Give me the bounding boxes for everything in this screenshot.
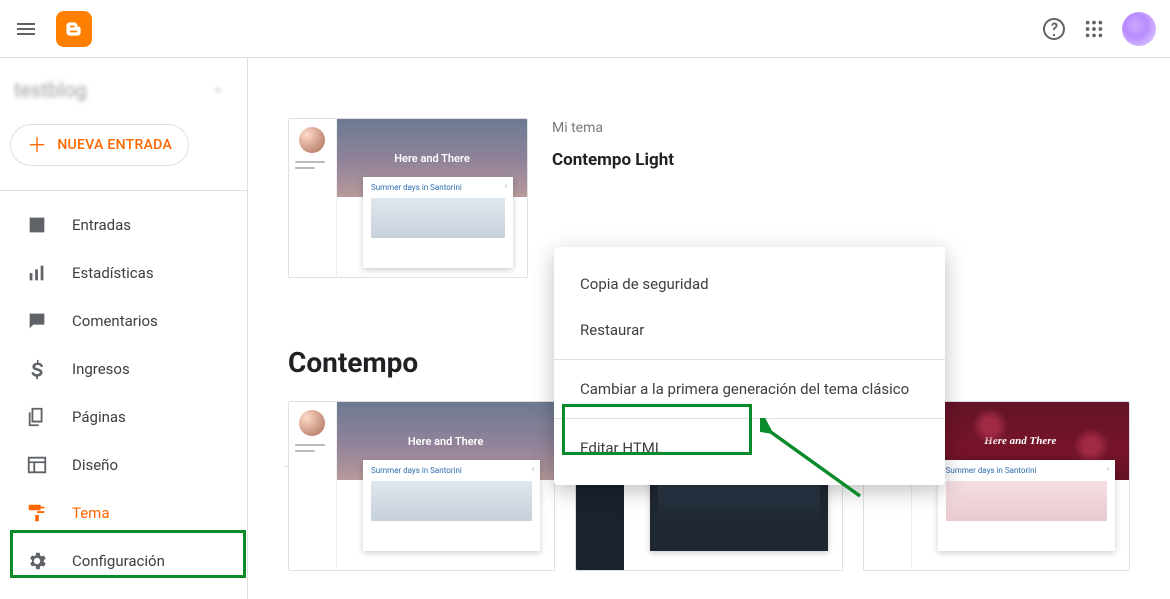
hamburger-menu-icon[interactable] [14, 17, 38, 41]
top-bar [0, 0, 1170, 58]
sidebar-item-stats[interactable]: Estadísticas [0, 249, 247, 297]
sidebar-item-theme[interactable]: Tema [0, 489, 247, 537]
menu-item-backup[interactable]: Copia de seguridad [554, 261, 945, 307]
menu-item-restore[interactable]: Restaurar [554, 307, 945, 353]
sidebar-item-layout[interactable]: Diseño [0, 441, 247, 489]
new-post-label: NUEVA ENTRADA [57, 137, 172, 153]
blogger-logo[interactable] [56, 11, 92, 47]
pages-icon [26, 406, 48, 428]
sidebar-item-posts[interactable]: Entradas [0, 201, 247, 249]
menu-item-edit-html[interactable]: Editar HTML [554, 425, 945, 471]
sidebar-item-label: Ingresos [72, 360, 130, 378]
gear-icon [26, 550, 48, 572]
my-theme-label: Mi tema [552, 120, 674, 136]
account-avatar[interactable] [1122, 12, 1156, 46]
menu-item-switch-classic[interactable]: Cambiar a la primera generación del tema… [554, 366, 945, 412]
sidebar-item-earnings[interactable]: Ingresos [0, 345, 247, 393]
theme-options-menu: Copia de seguridad Restaurar Cambiar a l… [554, 247, 945, 485]
plus-icon: ＋ [27, 135, 47, 155]
help-icon[interactable] [1042, 17, 1066, 41]
preview-post-title: Summer days in Santorini [371, 183, 505, 192]
sidebar-item-pages[interactable]: Páginas [0, 393, 247, 441]
layout-icon [26, 454, 48, 476]
comment-icon [26, 310, 48, 332]
sidebar-item-settings[interactable]: Configuración [0, 537, 247, 585]
theme-card[interactable]: Here and There ‹Summer days in Santorini [288, 401, 555, 571]
sidebar-item-label: Comentarios [72, 312, 158, 330]
sidebar-item-label: Diseño [72, 456, 118, 474]
apps-grid-icon[interactable] [1082, 17, 1106, 41]
sidebar-item-label: Tema [72, 504, 110, 522]
sidebar-item-label: Configuración [72, 552, 165, 570]
menu-divider [554, 418, 945, 419]
post-icon [26, 214, 48, 236]
blog-name: testblog [14, 78, 87, 102]
sidebar: testblog ＋ NUEVA ENTRADA Entradas Estadí… [0, 58, 248, 599]
main-content: Here and There ‹Summer days in Santorini… [248, 58, 1170, 599]
dollar-icon [26, 358, 48, 380]
sidebar-item-label: Estadísticas [72, 264, 154, 282]
current-theme-name: Contempo Light [552, 150, 674, 170]
stats-icon [26, 262, 48, 284]
divider [0, 190, 247, 191]
new-post-button[interactable]: ＋ NUEVA ENTRADA [10, 124, 189, 166]
sidebar-item-label: Páginas [72, 408, 126, 426]
sidebar-item-comments[interactable]: Comentarios [0, 297, 247, 345]
sidebar-item-label: Entradas [72, 216, 131, 234]
theme-preview[interactable]: Here and There ‹Summer days in Santorini [288, 118, 528, 278]
blog-selector[interactable]: testblog [14, 78, 234, 102]
menu-divider [554, 359, 945, 360]
paint-roller-icon [26, 502, 48, 524]
chevron-down-icon [212, 84, 224, 96]
